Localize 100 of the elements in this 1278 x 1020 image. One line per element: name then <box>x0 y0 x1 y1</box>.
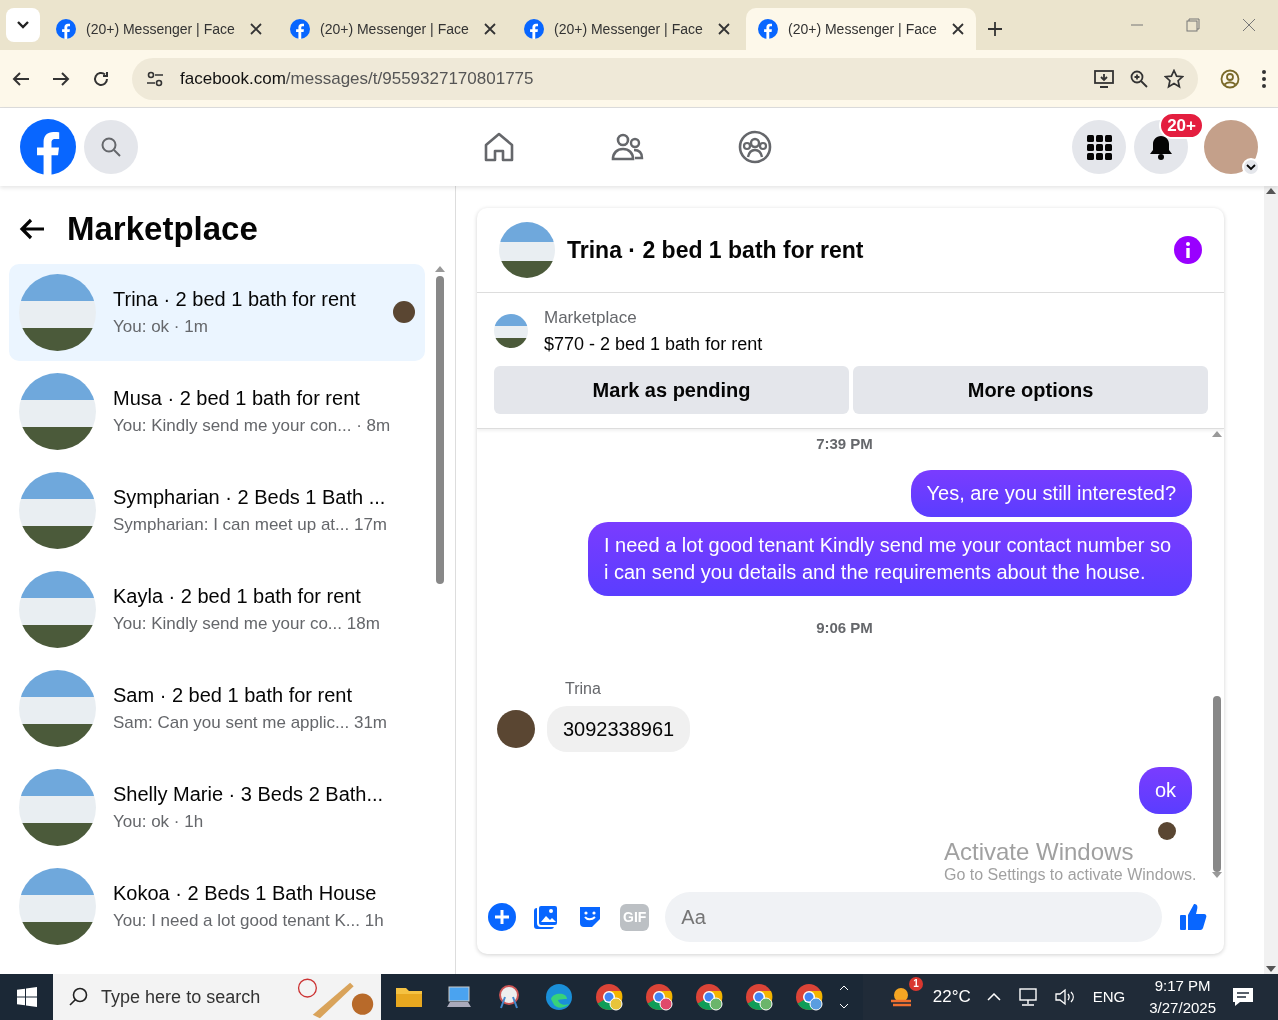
search-icon <box>101 137 121 157</box>
facebook-logo-icon[interactable] <box>20 119 76 175</box>
menu-button[interactable] <box>1072 120 1126 174</box>
sender-name: Trina <box>565 678 602 699</box>
facebook-icon <box>758 19 778 39</box>
browser-tab[interactable]: (20+) Messenger | Face <box>746 8 976 50</box>
facebook-icon <box>56 19 76 39</box>
language-indicator[interactable]: ENG <box>1092 985 1126 1009</box>
activation-title: Activate Windows <box>944 838 1135 866</box>
conversation-title: Musa · 2 bed 1 bath for rent <box>113 386 361 412</box>
listing-label: Marketplace <box>544 307 638 329</box>
conversation-title: Kayla · 2 bed 1 bath for rent <box>113 584 362 610</box>
plus-icon[interactable] <box>987 21 1003 37</box>
conversation-preview: Sam: Can you sent me applic... 31m <box>113 712 389 735</box>
action-button[interactable]: Mark as pending <box>494 365 849 414</box>
home-icon[interactable] <box>482 130 516 164</box>
tab-title: (20+) Messenger | Face <box>320 19 470 39</box>
action-button[interactable]: More options <box>853 365 1208 414</box>
like-icon[interactable] <box>1178 902 1208 932</box>
conversation-title: Shelly Marie · 3 Beds 2 Bath... <box>113 782 385 808</box>
conversation-item[interactable]: Musa · 2 bed 1 bath for rent You: Kindly send me your con... · 8m <box>9 362 425 460</box>
site-settings-icon[interactable] <box>146 69 164 88</box>
search-button[interactable] <box>84 120 138 174</box>
facebook-icon <box>524 19 544 39</box>
scroll-up-icon[interactable] <box>838 985 849 991</box>
computer-icon[interactable] <box>444 985 473 1009</box>
plus-icon[interactable] <box>488 903 516 931</box>
notifications-icon[interactable] <box>1232 987 1254 1007</box>
chrome-browser-icon[interactable] <box>744 983 773 1011</box>
conversation-preview: You: ok · 1h <box>113 811 205 834</box>
scrollbar-thumb[interactable] <box>436 275 444 584</box>
taskbar-search-field[interactable]: Type here to search <box>53 974 381 1020</box>
conversation-title: Trina · 2 bed 1 bath for rent <box>113 287 357 313</box>
network-icon[interactable] <box>1016 988 1039 1006</box>
groups-icon[interactable] <box>738 130 772 164</box>
conversation-item[interactable]: Kayla · 2 bed 1 bath for rent You: Kindly send me your co... 18m <box>9 560 425 658</box>
close-icon[interactable] <box>952 23 964 35</box>
chrome-browser-icon[interactable] <box>694 983 723 1011</box>
profile-icon[interactable] <box>1220 68 1240 89</box>
weather-badge: 1 <box>909 977 923 991</box>
close-icon[interactable] <box>484 23 496 35</box>
star-icon[interactable] <box>1164 68 1184 89</box>
forward-arrow-icon[interactable] <box>52 70 70 87</box>
zoom-icon[interactable] <box>1130 69 1148 88</box>
address-bar[interactable]: facebook.com/messages/t/9559327170801775 <box>132 57 1198 100</box>
windows-start-icon[interactable] <box>16 987 37 1007</box>
listing-photo <box>494 314 528 349</box>
chrome-browser-icon[interactable] <box>794 983 823 1011</box>
more-options-icon[interactable] <box>1262 69 1266 88</box>
message-field[interactable]: Aa <box>665 892 1162 942</box>
browser-tab[interactable]: (20+) Messenger | Face <box>512 8 742 50</box>
grid-menu-icon <box>1086 134 1112 160</box>
conversation-item[interactable]: Shelly Marie · 3 Beds 2 Bath... You: ok · 1h <box>9 758 425 856</box>
install-app-icon[interactable] <box>1094 69 1114 88</box>
scroll-down-icon[interactable] <box>838 1003 849 1009</box>
notification-count: 20+ <box>1159 112 1204 139</box>
volume-icon[interactable] <box>1054 988 1077 1006</box>
conversation-item[interactable]: Sympharian · 2 Beds 1 Bath ... Sympharian: I can meet up at... 17m <box>9 461 425 559</box>
sidebar-title: Marketplace <box>67 209 258 249</box>
conversation-preview: Sympharian: I can meet up at... 17m <box>113 514 389 537</box>
listing-detail: $770 - 2 bed 1 bath for rent <box>544 332 763 356</box>
photo-icon[interactable] <box>532 903 560 931</box>
chrome-browser-icon[interactable] <box>594 983 623 1011</box>
facebook-icon <box>290 19 310 39</box>
chrome-browser-icon[interactable] <box>644 983 673 1011</box>
temperature: 22°C <box>932 986 971 1009</box>
clock-date[interactable]: 3/27/2025 <box>1149 997 1216 1019</box>
close-icon[interactable] <box>250 23 262 35</box>
conversation-title: Sympharian · 2 Beds 1 Bath ... <box>113 485 387 511</box>
tab-list-button[interactable] <box>6 8 40 42</box>
conversation-preview: You: Kindly send me your co... 18m <box>113 613 381 636</box>
conversation-item[interactable]: Kokoa · 2 Beds 1 Bath House You: I need a lot good tenant K... 1h <box>9 857 425 955</box>
conversation-title: Sam · 2 bed 1 bath for rent <box>113 683 354 709</box>
reload-icon[interactable] <box>92 69 110 88</box>
tab-title: (20+) Messenger | Face <box>554 19 704 39</box>
back-arrow-icon[interactable] <box>19 217 45 240</box>
conversation-preview: You: Kindly send me your con... · 8m <box>113 415 392 438</box>
scrollbar[interactable] <box>1264 186 1278 974</box>
back-arrow-icon[interactable] <box>12 70 30 87</box>
browser-tab[interactable]: (20+) Messenger | Face <box>44 8 274 50</box>
sender-avatar <box>497 709 535 748</box>
conversation-preview: You: ok · 1m <box>113 316 209 339</box>
url-text: facebook.com/messages/t/9559327170801775 <box>180 67 535 90</box>
conversation-preview: You: I need a lot good tenant K... 1h <box>113 910 385 933</box>
clock-time[interactable]: 9:17 PM <box>1154 975 1211 997</box>
browser-tab[interactable]: (20+) Messenger | Face <box>278 8 508 50</box>
close-icon[interactable] <box>718 23 730 35</box>
message-bubble: I need a lot good tenant Kindly send me your contact number so i can send you details and the requirements about the house. <box>588 522 1192 596</box>
chevron-up-icon[interactable] <box>986 993 1001 1001</box>
message-bubble: Yes, are you still interested? <box>910 470 1192 517</box>
conversation-item[interactable]: Sam · 2 bed 1 bath for rent Sam: Can you sent me applic... 31m <box>9 659 425 757</box>
scrollbar-thumb[interactable] <box>1213 696 1221 872</box>
info-icon[interactable] <box>1174 236 1202 264</box>
search-icon <box>69 987 90 1007</box>
timestamp: 9:06 PM <box>816 618 873 638</box>
edge-browser-icon[interactable] <box>544 983 573 1011</box>
scroll-up-icon[interactable] <box>1266 186 1276 194</box>
folder-icon[interactable] <box>394 985 423 1009</box>
conversation-item[interactable]: Trina · 2 bed 1 bath for rent You: ok · 1m <box>9 263 425 361</box>
tab-title: (20+) Messenger | Face <box>788 19 938 39</box>
